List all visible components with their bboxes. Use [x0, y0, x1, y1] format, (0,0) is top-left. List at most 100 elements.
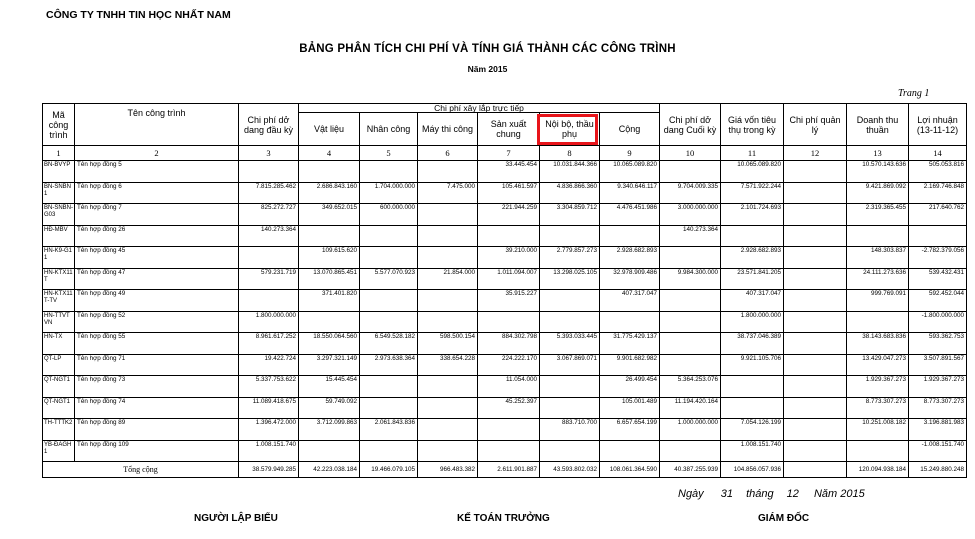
value-cell [477, 439, 540, 462]
value-cell: 5.577.070.923 [359, 267, 418, 290]
value-cell [720, 396, 785, 419]
value-cell: 19.422.724 [238, 353, 299, 376]
value-cell: 26.499.454 [598, 375, 661, 398]
project-code-cell: BN-SNBN1 [42, 181, 75, 204]
value-cell: 825.272.727 [238, 203, 299, 226]
value-cell: 8.773.307.273 [908, 396, 968, 419]
header-cong: Cộng [598, 112, 661, 146]
project-name-cell: Tên hợp đồng 55 [74, 332, 239, 355]
date-month: 12 [786, 488, 799, 500]
value-cell: 10.065.089.820 [720, 160, 785, 183]
value-cell: 4.476.451.986 [598, 203, 661, 226]
project-name-cell: Tên hợp đồng 52 [74, 310, 239, 333]
total-value-cell: 42.223.038.184 [298, 461, 360, 478]
value-cell [783, 160, 848, 183]
value-cell: 883.710.700 [539, 418, 600, 441]
total-value-cell: 120.094.938.184 [846, 461, 910, 478]
value-cell: 1.000.000.000 [659, 418, 722, 441]
total-value-cell: 104.856.057.936 [720, 461, 785, 478]
value-cell: 5.393.033.445 [539, 332, 600, 355]
project-code-cell: HN-KTX11T [42, 267, 75, 290]
value-cell: 7.815.285.462 [238, 181, 299, 204]
total-value-cell: 43.593.802.032 [539, 461, 600, 478]
company-name: CÔNG TY TNHH TIN HỌC NHẤT NAM [46, 9, 231, 21]
value-cell: 2.973.638.364 [359, 353, 418, 376]
header-ma: Mã công trình [42, 103, 75, 146]
value-cell: -1.008.151.740 [908, 439, 968, 462]
value-cell: 3.297.321.149 [298, 353, 360, 376]
value-cell [539, 224, 600, 247]
value-cell: 2.101.724.693 [720, 203, 785, 226]
project-code-cell: QT-LP [42, 353, 75, 376]
date-prefix: Ngày [678, 488, 704, 500]
total-value-cell: 108.061.364.590 [598, 461, 661, 478]
header-cp-quan-ly: Chi phí quản lý [783, 103, 848, 146]
value-cell: 407.317.047 [720, 289, 785, 312]
column-number-row: 1 2 3 4 5 6 7 8 9 10 11 12 13 14 [42, 145, 968, 161]
value-cell: 3.067.869.071 [539, 353, 600, 376]
column-number-cell: 9 [598, 145, 661, 161]
value-cell: 2.928.682.893 [598, 246, 661, 269]
total-value-cell [783, 461, 848, 478]
header-cp-cuoi-ky: Chi phí dở dang Cuối kỳ [659, 103, 722, 146]
value-cell: 349.652.015 [298, 203, 360, 226]
value-cell [783, 418, 848, 441]
value-cell: 2.061.843.836 [359, 418, 418, 441]
date-year: 2015 [840, 488, 865, 500]
value-cell: 217.640.762 [908, 203, 968, 226]
value-cell: 24.111.273.636 [846, 267, 910, 290]
header-san-xuat-chung: Sản xuất chung [477, 112, 540, 146]
table-row: QT-NGT1 Tên hợp đồng 74 11.089.418.675 59.7… [42, 396, 968, 419]
value-cell [238, 289, 299, 312]
value-cell [539, 396, 600, 419]
value-cell: 140.273.364 [659, 224, 722, 247]
value-cell [783, 267, 848, 290]
project-code-cell: BN-SNBN-G03 [42, 203, 75, 226]
value-cell [359, 396, 418, 419]
column-number-cell: 13 [846, 145, 910, 161]
value-cell [359, 289, 418, 312]
table-row: HĐ-MBV Tên hợp đồng 26 140.273.364 140.273.… [42, 224, 968, 247]
value-cell: 1.704.000.000 [359, 181, 418, 204]
table-row: BN-SNBN1 Tên hợp đồng 6 7.815.285.462 2.686… [42, 181, 968, 204]
value-cell: 1.800.000.000 [238, 310, 299, 333]
date-year-label: Năm [813, 488, 838, 500]
header-doanh-thu: Doanh thu thuần [846, 103, 910, 146]
value-cell [783, 332, 848, 355]
value-cell [298, 310, 360, 333]
report-title: BẢNG PHÂN TÍCH CHI PHÍ VÀ TÍNH GIÁ THÀNH… [299, 43, 676, 55]
header-ten: Tên công trình [74, 103, 239, 146]
value-cell [359, 246, 418, 269]
column-number-cell: 8 [539, 145, 600, 161]
value-cell: 371.401.820 [298, 289, 360, 312]
signature-director: GIÁM ĐỐC [758, 513, 810, 524]
value-cell: 38.737.046.389 [720, 332, 785, 355]
project-name-cell: Tên hợp đồng 71 [74, 353, 239, 376]
total-row: Tổng cộng 38.579.949.285 42.223.038.184 19.… [42, 461, 968, 478]
value-cell: 105.461.597 [477, 181, 540, 204]
value-cell [298, 439, 360, 462]
value-cell: 505.053.816 [908, 160, 968, 183]
project-code-cell: QT-NGT1 [42, 375, 75, 398]
project-name-cell: Tên hợp đồng 5 [74, 160, 239, 183]
value-cell: 21.854.000 [417, 267, 478, 290]
value-cell: 539.432.431 [908, 267, 968, 290]
value-cell: 1.011.094.007 [477, 267, 540, 290]
value-cell [720, 224, 785, 247]
value-cell: 11.194.420.164 [659, 396, 722, 419]
value-cell [417, 418, 478, 441]
value-cell: 884.302.798 [477, 332, 540, 355]
column-number-cell: 3 [238, 145, 299, 161]
value-cell: 109.615.620 [298, 246, 360, 269]
date-line: Ngày 31 tháng 12 Năm 2015 [678, 488, 865, 500]
value-cell [783, 246, 848, 269]
value-cell: 11.089.418.675 [238, 396, 299, 419]
project-code-cell: HN-TX [42, 332, 75, 355]
signature-accountant: KẾ TOÁN TRƯỞNG [457, 513, 550, 524]
value-cell: 10.570.143.636 [846, 160, 910, 183]
value-cell: 8.961.617.252 [238, 332, 299, 355]
value-cell: 15.445.454 [298, 375, 360, 398]
column-number-cell: 11 [720, 145, 785, 161]
project-code-cell: HN-KTX11T-TV [42, 289, 75, 312]
value-cell: 2.779.857.273 [539, 246, 600, 269]
